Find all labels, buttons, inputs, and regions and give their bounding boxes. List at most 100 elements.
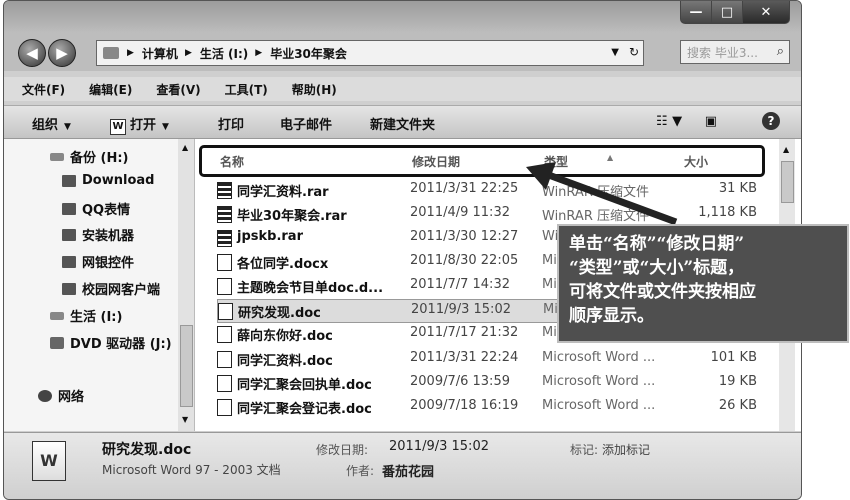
file-date: 2011/3/30 12:27 bbox=[410, 229, 519, 244]
breadcrumb-drive[interactable]: 生活 (I:) bbox=[200, 45, 248, 62]
chevron-down-icon: ▼ bbox=[162, 122, 169, 132]
maximize-button[interactable]: □ bbox=[711, 1, 743, 24]
folder-icon bbox=[62, 255, 76, 268]
menu-tools[interactable]: 工具(T) bbox=[225, 81, 268, 98]
scroll-up-icon[interactable]: ▲ bbox=[783, 145, 789, 154]
file-date: 2011/3/31 22:25 bbox=[410, 181, 519, 196]
column-header-name[interactable]: 名称 bbox=[220, 153, 244, 170]
file-row[interactable]: 毕业30年聚会.rar 2011/4/9 11:32 WinRAR 压缩文件 1… bbox=[217, 203, 757, 225]
file-name: 同学汇聚会回执单.doc bbox=[237, 378, 372, 393]
file-size: 26 KB bbox=[718, 398, 757, 413]
file-type: Mi bbox=[542, 277, 557, 292]
sidebar-item-dvd-drive[interactable]: DVD 驱动器 (J:) bbox=[50, 333, 172, 352]
details-modified-value: 2011/9/3 15:02 bbox=[389, 439, 489, 454]
print-button[interactable]: 打印 bbox=[218, 114, 244, 133]
file-date: 2011/7/17 21:32 bbox=[410, 325, 519, 340]
chevron-right-icon[interactable]: ▶ bbox=[127, 48, 134, 58]
search-icon[interactable]: ⌕ bbox=[777, 44, 784, 59]
details-author-label: 作者: bbox=[346, 464, 375, 478]
file-type: Mi bbox=[542, 253, 557, 268]
file-name: 研究发现.doc bbox=[238, 306, 321, 321]
sidebar-item-backup-drive[interactable]: 备份 (H:) bbox=[50, 147, 129, 166]
chevron-down-icon: ▼ bbox=[64, 122, 71, 132]
details-add-tag[interactable]: 添加标记 bbox=[602, 441, 650, 458]
command-bar: 组织 ▼ W 打开 ▼ 打印 电子邮件 新建文件夹 ☷ ▼ ▣ ? bbox=[4, 105, 801, 139]
folder-icon bbox=[62, 228, 76, 241]
sidebar-item-bank-control[interactable]: 网银控件 bbox=[62, 252, 134, 271]
details-author-value[interactable]: 番茄花园 bbox=[382, 461, 434, 480]
back-button[interactable]: ◀ bbox=[18, 39, 46, 67]
search-input[interactable]: 搜索 毕业3... ⌕ bbox=[680, 40, 790, 64]
breadcrumb-computer[interactable]: 计算机 bbox=[142, 45, 178, 62]
scrollbar-thumb[interactable] bbox=[781, 161, 794, 203]
word-file-icon bbox=[217, 399, 232, 416]
drive-icon bbox=[50, 311, 64, 320]
column-header-type[interactable]: 类型 bbox=[544, 153, 568, 170]
menu-view[interactable]: 查看(V) bbox=[156, 81, 200, 98]
file-name: 薛向东你好.doc bbox=[237, 329, 333, 344]
address-bar[interactable]: ▶ 计算机 ▶ 生活 (I:) ▶ 毕业30年聚会 ▼ ↻ bbox=[96, 40, 644, 66]
column-header-modified[interactable]: 修改日期 bbox=[412, 153, 460, 170]
breadcrumb-folder[interactable]: 毕业30年聚会 bbox=[270, 45, 347, 62]
minimize-button[interactable]: — bbox=[680, 1, 712, 24]
menu-file[interactable]: 文件(F) bbox=[22, 81, 65, 98]
scrollbar-thumb[interactable] bbox=[180, 325, 193, 407]
sidebar-item-qq-emoji[interactable]: QQ表情 bbox=[62, 199, 130, 218]
file-size: 31 KB bbox=[718, 181, 757, 196]
menu-bar: 文件(F) 编辑(E) 查看(V) 工具(T) 帮助(H) bbox=[4, 77, 801, 101]
word-file-icon bbox=[217, 254, 232, 271]
menu-help[interactable]: 帮助(H) bbox=[292, 81, 337, 98]
open-label: 打开 bbox=[130, 118, 157, 133]
details-modified-label: 修改日期: bbox=[316, 443, 369, 457]
sidebar-item-label: 网络 bbox=[58, 390, 85, 405]
chevron-right-icon[interactable]: ▶ bbox=[255, 48, 262, 58]
scroll-down-icon[interactable]: ▼ bbox=[182, 415, 188, 424]
navigation-pane: 备份 (H:) Download QQ表情 安装机器 网银控件 校园网客户端 生… bbox=[4, 139, 195, 431]
sidebar-item-life-drive[interactable]: 生活 (I:) bbox=[50, 306, 122, 325]
sidebar-item-label: QQ表情 bbox=[82, 203, 131, 218]
forward-button[interactable]: ▶ bbox=[48, 39, 76, 67]
file-date: 2011/7/7 14:32 bbox=[410, 277, 510, 292]
sidebar-item-label: 网银控件 bbox=[82, 256, 135, 271]
address-dropdown-icon[interactable]: ▼ bbox=[611, 47, 619, 58]
sidebar-item-label: Download bbox=[82, 173, 155, 188]
sidebar-item-label: 校园网客户端 bbox=[82, 283, 161, 298]
drive-icon bbox=[50, 152, 64, 161]
view-options-icon[interactable]: ☷ ▼ ▣ bbox=[656, 114, 717, 129]
close-button[interactable]: ✕ bbox=[742, 1, 790, 24]
file-type: Microsoft Word ... bbox=[542, 350, 656, 365]
open-button[interactable]: W 打开 ▼ bbox=[110, 114, 169, 135]
sidebar-item-campus-client[interactable]: 校园网客户端 bbox=[62, 279, 160, 298]
sidebar-item-network[interactable]: 网络 bbox=[38, 386, 84, 405]
word-file-icon bbox=[217, 278, 232, 295]
file-row[interactable]: 同学汇资料.doc 2011/3/31 22:24 Microsoft Word… bbox=[217, 348, 757, 370]
file-row[interactable]: 同学汇聚会回执单.doc 2009/7/6 13:59 Microsoft Wo… bbox=[217, 372, 757, 394]
word-file-icon bbox=[217, 351, 232, 368]
column-header-size[interactable]: 大小 bbox=[684, 153, 708, 170]
callout-line: 单击“名称”“修改日期” bbox=[569, 234, 745, 254]
file-size: 1,118 KB bbox=[698, 205, 757, 220]
sidebar-item-download[interactable]: Download bbox=[62, 173, 154, 188]
file-date: 2011/4/9 11:32 bbox=[410, 205, 510, 220]
scroll-up-icon[interactable]: ▲ bbox=[182, 143, 188, 152]
file-name: 同学汇聚会登记表.doc bbox=[237, 402, 372, 417]
new-folder-button[interactable]: 新建文件夹 bbox=[370, 114, 435, 133]
details-tags-label: 标记: bbox=[570, 443, 599, 457]
dvd-icon bbox=[50, 336, 64, 349]
email-button[interactable]: 电子邮件 bbox=[280, 114, 332, 133]
sidebar-item-label: 备份 (H:) bbox=[70, 151, 129, 166]
help-icon[interactable]: ? bbox=[762, 112, 780, 130]
organize-button[interactable]: 组织 ▼ bbox=[32, 114, 71, 133]
file-date: 2011/9/3 15:02 bbox=[411, 302, 511, 317]
navigation-bar: ◀ ▶ ▶ 计算机 ▶ 生活 (I:) ▶ 毕业30年聚会 ▼ ↻ 搜索 毕业3… bbox=[4, 33, 801, 71]
sidebar-scrollbar[interactable]: ▲ ▼ bbox=[178, 139, 194, 431]
file-name: 主题晚会节目单doc.d... bbox=[237, 281, 384, 296]
refresh-icon[interactable]: ↻ bbox=[629, 45, 639, 59]
instruction-callout: 单击“名称”“修改日期” “类型”或“大小”标题， 可将文件或文件夹按相应 顺序… bbox=[557, 224, 849, 343]
chevron-right-icon[interactable]: ▶ bbox=[185, 48, 192, 58]
file-row[interactable]: 同学汇聚会登记表.doc 2009/7/18 16:19 Microsoft W… bbox=[217, 396, 757, 418]
menu-edit[interactable]: 编辑(E) bbox=[89, 81, 132, 98]
sidebar-item-install[interactable]: 安装机器 bbox=[62, 225, 134, 244]
file-row[interactable]: 同学汇资料.rar 2011/3/31 22:25 WinRAR 压缩文件 31… bbox=[217, 179, 757, 201]
sidebar-item-label: 生活 (I:) bbox=[70, 310, 123, 325]
